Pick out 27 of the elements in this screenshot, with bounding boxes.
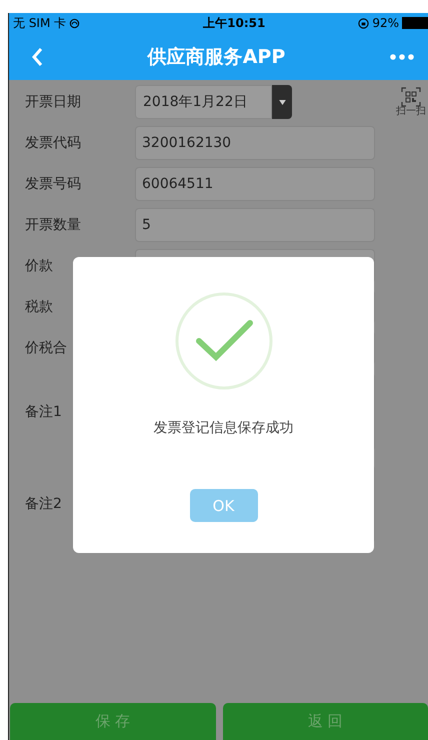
more-icon[interactable] bbox=[390, 54, 414, 60]
dialog-message: 发票登记信息保存成功 bbox=[154, 419, 294, 437]
back-icon[interactable] bbox=[31, 46, 43, 66]
battery-icon bbox=[402, 17, 428, 29]
field-label: 发票代码 bbox=[24, 134, 82, 152]
battery-percent: 92% bbox=[372, 16, 399, 30]
scan-label: 扫一扫 bbox=[396, 107, 426, 117]
carrier-text: 无 SIM 卡 bbox=[13, 14, 66, 32]
caret-icon bbox=[278, 100, 286, 104]
checkmark-icon bbox=[174, 291, 274, 391]
field-label: 税款 bbox=[24, 298, 54, 316]
field-label: 价款 bbox=[24, 257, 54, 275]
field-label: 开票日期 bbox=[24, 93, 82, 111]
app-title: 供应商服务APP bbox=[146, 44, 286, 70]
field-label: 发票号码 bbox=[24, 175, 82, 193]
rotation-lock-icon bbox=[358, 18, 370, 28]
input-field[interactable]: 3200162130 bbox=[135, 126, 375, 160]
field-label: 价税合 bbox=[24, 339, 68, 357]
dropdown-button[interactable] bbox=[272, 85, 292, 119]
field-label: 备注1 bbox=[24, 403, 63, 421]
status-time: 上午10:51 bbox=[202, 14, 266, 32]
input-field[interactable]: 5 bbox=[135, 208, 375, 242]
field-label: 备注2 bbox=[24, 495, 63, 513]
input-field[interactable]: 60064511 bbox=[135, 167, 375, 201]
field-label: 开票数量 bbox=[24, 216, 82, 234]
qr-code-icon[interactable] bbox=[401, 87, 421, 107]
date-select[interactable]: 2018年1月22日 bbox=[135, 85, 272, 119]
